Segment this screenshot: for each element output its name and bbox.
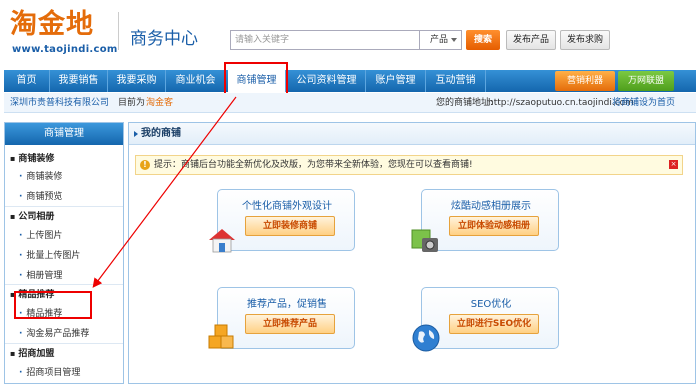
post-request-button[interactable]: 发布求购 [560,30,610,50]
tip-banner: ! 提示：商铺后台功能全新优化及改版，为您带来全新体验，您现在可以查看商铺! × [135,155,683,175]
feature-card-seo: SEO优化 立即进行SEO优化 [412,287,559,352]
nav-item-marketing[interactable]: 互动营销 [426,70,486,92]
info-bar: 深圳市贵普科技有限公司 目前为 淘金客 您的商铺地址: http://szaop… [4,93,696,113]
sidebar-section-decorate[interactable]: 商铺装修 [10,151,54,164]
header: 淘金地 www.taojindi.com 商务中心 请输入关键字 产品 搜索 发… [0,0,700,68]
nav-item-buy[interactable]: 我要采购 [108,70,166,92]
caret-right-icon [134,131,138,137]
nav-item-account[interactable]: 账户管理 [366,70,426,92]
close-icon[interactable]: × [669,160,678,169]
feature-card-album: 炫酷动感相册展示 立即体验动感相册 [411,189,559,252]
decorate-shop-button[interactable]: 立即装修商铺 [245,216,335,236]
sidebar-item-preview[interactable]: 商铺预览 [19,189,62,202]
card-title: 推荐产品，促销售 [247,299,327,310]
seo-optimize-button[interactable]: 立即进行SEO优化 [449,314,539,334]
logo[interactable]: 淘金地 www.taojindi.com [10,8,118,60]
warning-icon: ! [140,160,150,170]
card-button-label: 立即装修商铺 [262,221,317,231]
sidebar-item-album-manage[interactable]: 相册管理 [19,268,62,281]
tip-text: 提示：商铺后台功能全新优化及改版，为您带来全新体验，您现在可以查看商铺! [154,160,473,170]
sidebar: 商铺管理 商铺装修 商铺装修 商铺预览 公司相册 上传图片 批量上传图片 相册管… [4,122,124,384]
content-title: 我的商铺 [141,128,181,139]
company-name[interactable]: 深圳市贵普科技有限公司 [10,93,109,113]
sidebar-item-decorate[interactable]: 商铺装修 [19,169,62,182]
main-content: 我的商铺 ! 提示：商铺后台功能全新优化及改版，为您带来全新体验，您现在可以查看… [128,122,696,384]
globe-icon [412,324,440,352]
logo-url: www.taojindi.com [12,44,118,55]
search-scope-label: 产品 [430,35,449,45]
search-button[interactable]: 搜索 [466,30,500,50]
card-button-label: 立即推荐产品 [262,319,317,329]
nav-item-company-info[interactable]: 公司资料管理 [288,70,366,92]
sidebar-section-franchise[interactable]: 招商加盟 [10,346,54,359]
card-button-label: 立即进行SEO优化 [456,319,532,329]
post-product-button[interactable]: 发布产品 [506,30,556,50]
sidebar-section-album[interactable]: 公司相册 [10,209,54,222]
nav-item-sell[interactable]: 我要销售 [50,70,108,92]
photo-album-icon [411,229,438,252]
card-title: 个性化商铺外观设计 [242,201,332,212]
membership-value[interactable]: 淘金客 [146,93,173,113]
annotation-box-nav [224,62,288,96]
sidebar-item-batch-upload[interactable]: 批量上传图片 [19,248,80,261]
network-alliance-button[interactable]: 万网联盟 [618,71,674,91]
search-input[interactable]: 请输入关键字 [230,30,420,50]
card-title: SEO优化 [470,299,512,310]
chevron-down-icon [451,38,457,42]
sidebar-item-franchise-manage[interactable]: 招商项目管理 [19,365,80,378]
boxes-icon [208,324,234,349]
logo-title: 淘金地 [10,9,94,40]
marketing-tools-button[interactable]: 营销利器 [555,71,615,91]
sidebar-item-upload[interactable]: 上传图片 [19,228,62,241]
recommend-products-button[interactable]: 立即推荐产品 [245,314,335,334]
card-button-label: 立即体验动感相册 [457,221,530,231]
shop-address-label: 您的商铺地址: [436,98,494,108]
divider [5,206,123,207]
annotation-box-sidebar [14,291,92,319]
card-title: 炫酷动感相册展示 [451,201,531,212]
nav-item-home[interactable]: 首页 [4,70,50,92]
divider [5,284,123,285]
sidebar-item-taojinyi-products[interactable]: 淘金易产品推荐 [19,326,89,339]
membership-label: 目前为 [118,98,146,108]
feature-card-recommend: 推荐产品，促销售 立即推荐产品 [208,287,355,349]
divider [5,343,123,344]
search-scope-select[interactable]: 产品 [420,30,462,50]
nav-item-opportunities[interactable]: 商业机会 [166,70,226,92]
header-title: 商务中心 [130,29,198,49]
content-header: 我的商铺 [129,123,695,145]
feature-card-decorate: 个性化商铺外观设计 立即装修商铺 [209,189,355,253]
set-home-link[interactable]: 将商铺设为首页 [612,93,675,113]
try-album-button[interactable]: 立即体验动感相册 [449,216,539,236]
logo-divider [118,12,119,50]
sidebar-title: 商铺管理 [5,123,123,145]
house-icon [209,229,235,253]
